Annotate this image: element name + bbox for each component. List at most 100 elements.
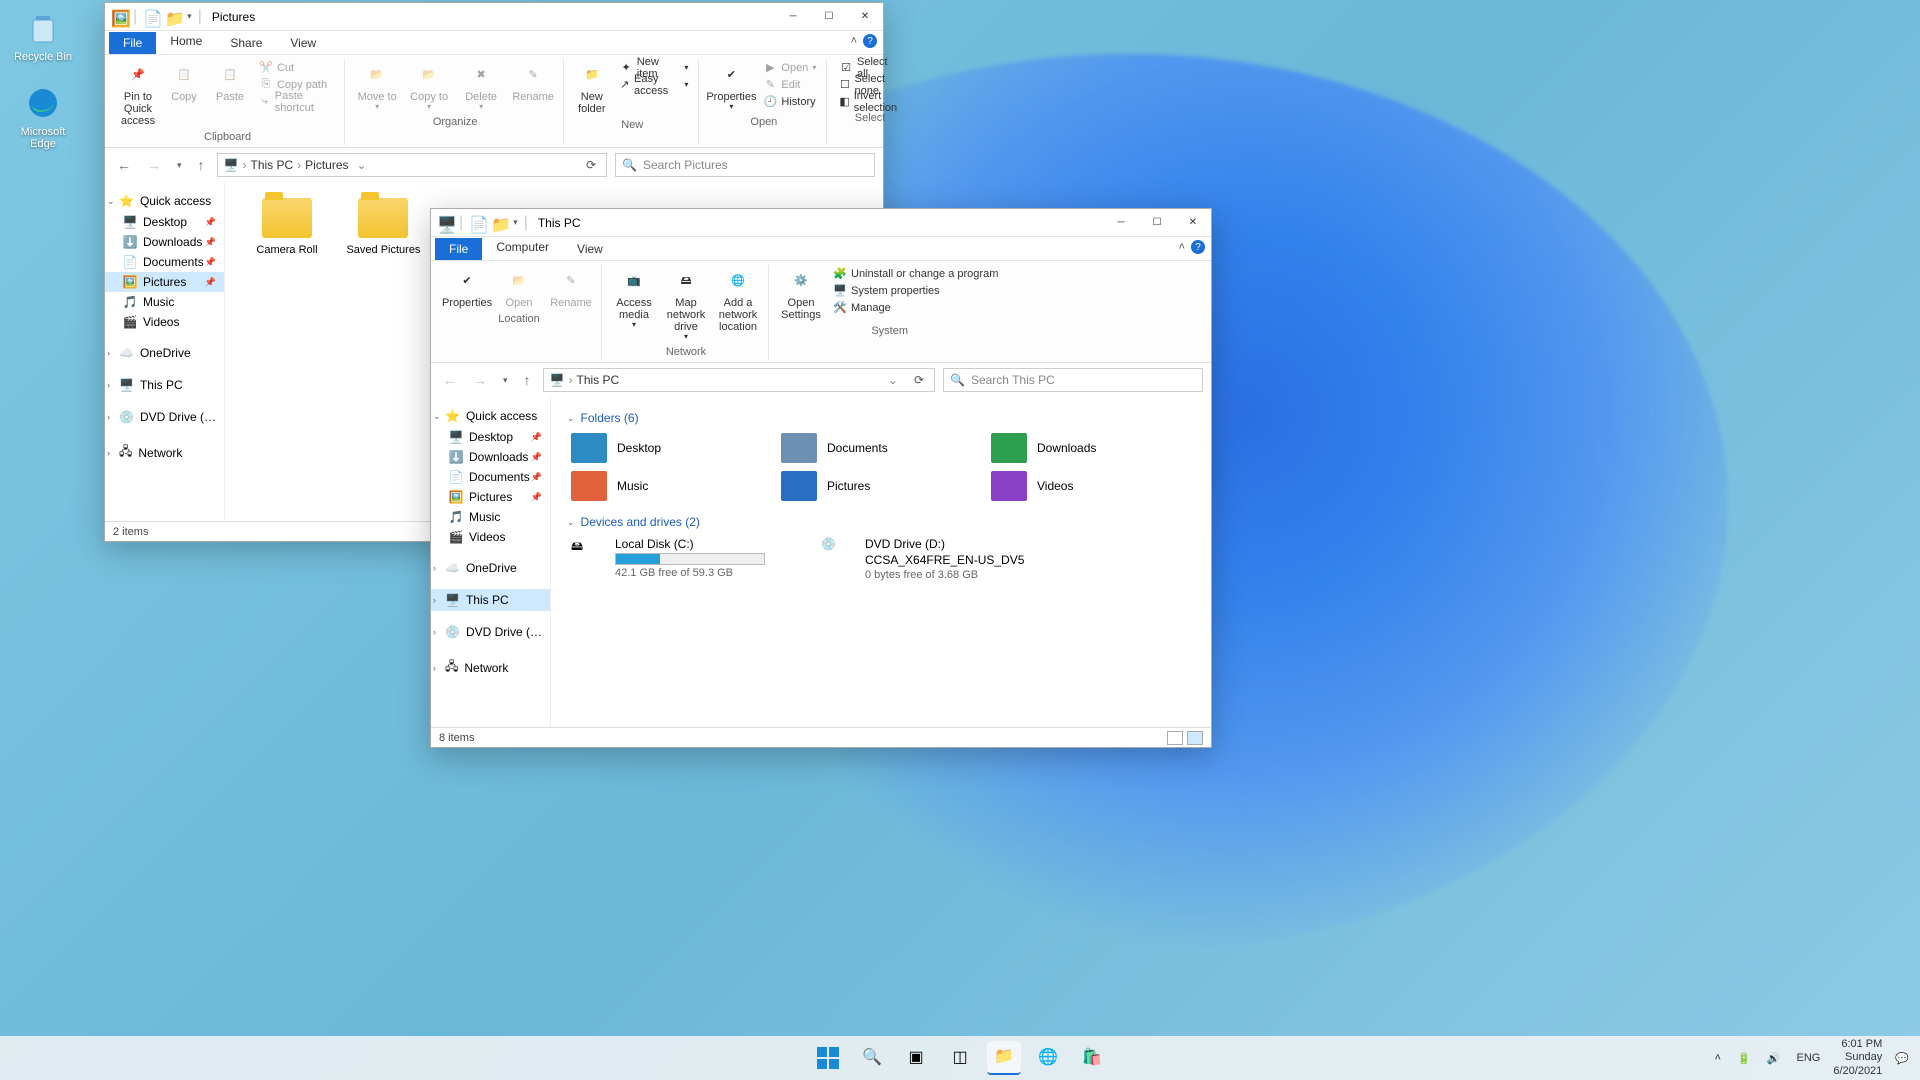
nav-quick-access[interactable]: ⌄⭐Quick access (105, 190, 224, 212)
recent-dropdown[interactable]: ▾ (499, 373, 512, 388)
search-box[interactable]: 🔍 Search Pictures (615, 153, 875, 177)
nav-item-desktop[interactable]: 🖥️Desktop📌 (105, 212, 224, 232)
section-drives[interactable]: ⌄Devices and drives (2) (567, 515, 1195, 529)
edge[interactable]: Microsoft Edge (8, 83, 78, 150)
nav-item-videos[interactable]: 🎬Videos (105, 312, 224, 332)
folder-camera-roll[interactable]: Camera Roll (247, 198, 327, 256)
nav-onedrive[interactable]: ›☁️OneDrive (431, 557, 550, 579)
widgets-button[interactable]: ◫ (943, 1041, 977, 1075)
rename-button[interactable]: ✎Rename (547, 265, 595, 311)
qat-props-icon[interactable]: 📄 (469, 215, 485, 231)
manage-button[interactable]: 🛠️Manage (829, 299, 1002, 316)
tab-share[interactable]: Share (216, 32, 276, 54)
tab-file[interactable]: File (435, 238, 482, 260)
system-properties-button[interactable]: 🖥️System properties (829, 282, 1002, 299)
file-explorer-button[interactable]: 📁 (987, 1041, 1021, 1075)
folder-documents[interactable]: Documents (777, 429, 957, 467)
qat-props-icon[interactable]: 📄 (143, 9, 159, 25)
drive-local-disk-c[interactable]: 🖴 Local Disk (C:) 42.1 GB free of 59.3 G… (567, 533, 787, 585)
nav-item-documents[interactable]: 📄Documents📌 (105, 252, 224, 272)
nav-this-pc[interactable]: ›🖥️This PC (105, 374, 224, 396)
copy-button[interactable]: 📋Copy (163, 59, 205, 105)
nav-network[interactable]: ›🖧Network (105, 438, 224, 467)
recent-dropdown[interactable]: ▾ (173, 158, 186, 173)
maximize-button[interactable]: ☐ (1139, 209, 1175, 237)
forward-button[interactable]: → (143, 155, 165, 175)
nav-item-downloads[interactable]: ⬇️Downloads📌 (431, 447, 550, 467)
new-folder-button[interactable]: 📁New folder (572, 59, 611, 117)
large-icons-view-button[interactable] (1187, 731, 1203, 745)
qat-folder-icon[interactable]: 📁 (491, 215, 507, 231)
breadcrumb-leaf[interactable]: Pictures (305, 158, 348, 172)
address-dropdown[interactable]: ⌄ (884, 373, 902, 387)
help-icon[interactable]: ? (863, 34, 877, 48)
nav-item-music[interactable]: 🎵Music (105, 292, 224, 312)
breadcrumb-root[interactable]: This PC (576, 373, 619, 387)
maximize-button[interactable]: ☐ (811, 3, 847, 31)
pin-to-quick-access-button[interactable]: 📌Pin to Quick access (117, 59, 159, 129)
uninstall-button[interactable]: 🧩Uninstall or change a program (829, 265, 1002, 282)
section-folders[interactable]: ⌄Folders (6) (567, 411, 1195, 425)
tray-overflow-button[interactable]: ˄ (1712, 1052, 1724, 1064)
help-icon[interactable]: ? (1191, 240, 1205, 254)
search-button[interactable]: 🔍 (855, 1041, 889, 1075)
copy-to-button[interactable]: 📂Copy to▾ (405, 59, 453, 114)
nav-item-pictures[interactable]: 🖼️Pictures📌 (105, 272, 224, 292)
edge-button[interactable]: 🌐 (1031, 1041, 1065, 1075)
tab-home[interactable]: Home (156, 30, 216, 54)
minimize-button[interactable]: ─ (1103, 209, 1139, 237)
nav-item-documents[interactable]: 📄Documents📌 (431, 467, 550, 487)
map-drive-button[interactable]: 🖴Map network drive▾ (662, 265, 710, 344)
minimize-button[interactable]: ─ (775, 3, 811, 31)
cut-button[interactable]: ✂️Cut (255, 59, 338, 76)
address-bar[interactable]: 🖥️ › This PC ⌄ ⟳ (543, 368, 935, 392)
nav-this-pc[interactable]: ›🖥️This PC (431, 589, 550, 611)
history-button[interactable]: 🕘History (759, 93, 820, 110)
nav-item-downloads[interactable]: ⬇️Downloads📌 (105, 232, 224, 252)
open-button[interactable]: 📂Open (495, 265, 543, 311)
open-settings-button[interactable]: ⚙️Open Settings (777, 265, 825, 323)
nav-network[interactable]: ›🖧Network (431, 653, 550, 682)
invert-selection-button[interactable]: ◧Invert selection (835, 93, 904, 110)
address-dropdown[interactable]: ⌄ (353, 158, 371, 172)
nav-item-videos[interactable]: 🎬Videos (431, 527, 550, 547)
nav-quick-access[interactable]: ⌄⭐Quick access (431, 405, 550, 427)
paste-button[interactable]: 📋Paste (209, 59, 251, 105)
close-button[interactable]: ✕ (847, 3, 883, 31)
folder-videos[interactable]: Videos (987, 467, 1167, 505)
ribbon-collapse-icon[interactable]: ˄ (851, 35, 857, 47)
up-button[interactable]: ↑ (194, 155, 209, 175)
folder-downloads[interactable]: Downloads (987, 429, 1167, 467)
close-button[interactable]: ✕ (1175, 209, 1211, 237)
move-to-button[interactable]: 📂Move to▾ (353, 59, 401, 114)
details-view-button[interactable] (1167, 731, 1183, 745)
titlebar[interactable]: 🖥️ | 📄 📁 ▾ | This PC ─ ☐ ✕ (431, 209, 1211, 237)
breadcrumb-root[interactable]: This PC (250, 158, 293, 172)
tab-computer[interactable]: Computer (482, 236, 563, 260)
paste-shortcut-button[interactable]: ⤷Paste shortcut (255, 93, 338, 110)
drive-dvd-d[interactable]: 💿 DVD Drive (D:) CCSA_X64FRE_EN-US_DV5 0… (817, 533, 1037, 585)
nav-dvd[interactable]: ›💿DVD Drive (D:) CCSA (431, 621, 550, 643)
folder-desktop[interactable]: Desktop (567, 429, 747, 467)
folder-music[interactable]: Music (567, 467, 747, 505)
tab-view[interactable]: View (276, 32, 330, 54)
language-indicator[interactable]: ENG (1794, 1052, 1824, 1064)
titlebar[interactable]: 🖼️ | 📄 📁 ▾ | Pictures ─ ☐ ✕ (105, 3, 883, 31)
back-button[interactable]: ← (113, 155, 135, 175)
open-button[interactable]: ▶Open ▾ (759, 59, 820, 76)
nav-item-pictures[interactable]: 🖼️Pictures📌 (431, 487, 550, 507)
start-button[interactable] (811, 1041, 845, 1075)
qat-folder-icon[interactable]: 📁 (165, 9, 181, 25)
properties-button[interactable]: ✔Properties▾ (707, 59, 755, 114)
tab-file[interactable]: File (109, 32, 156, 54)
notifications-button[interactable]: 💬 (1892, 1052, 1912, 1065)
qat-dropdown-icon[interactable]: ▾ (187, 11, 192, 22)
access-media-button[interactable]: 📺Access media▾ (610, 265, 658, 332)
task-view-button[interactable]: ▣ (899, 1041, 933, 1075)
easy-access-button[interactable]: ↗Easy access ▾ (615, 76, 692, 93)
content-pane[interactable]: ⌄Folders (6) Desktop Documents Downloads Mu… (551, 397, 1211, 727)
recycle-bin[interactable]: Recycle Bin (8, 8, 78, 63)
address-bar[interactable]: 🖥️ › This PC › Pictures ⌄ ⟳ (217, 153, 607, 177)
nav-item-music[interactable]: 🎵Music (431, 507, 550, 527)
delete-button[interactable]: ✖Delete▾ (457, 59, 505, 114)
